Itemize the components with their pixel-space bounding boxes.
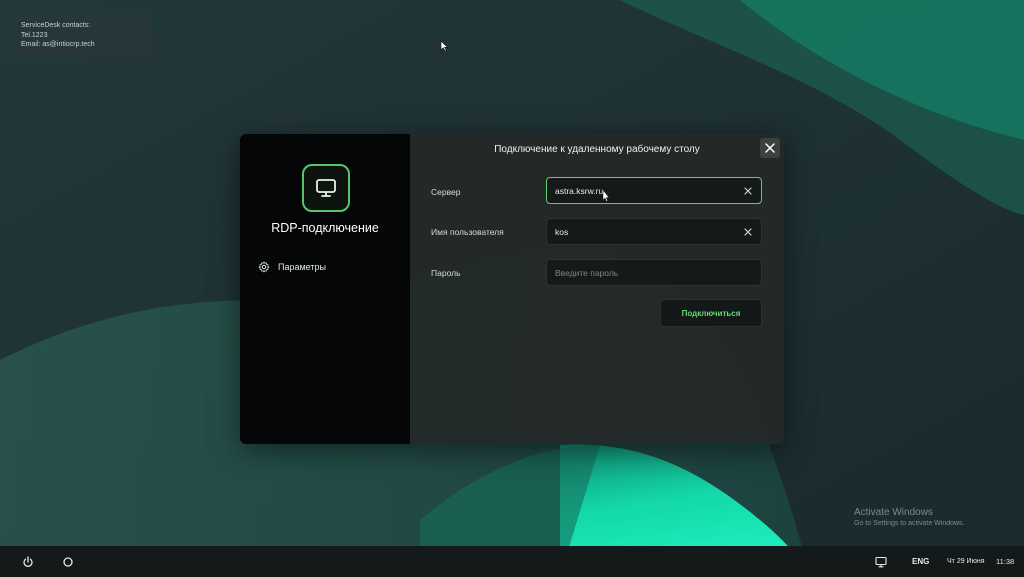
- clear-icon: [744, 186, 752, 195]
- sidebar-item-params[interactable]: Параметры: [258, 261, 326, 273]
- language-indicator[interactable]: ENG: [912, 557, 929, 566]
- close-button[interactable]: [760, 138, 780, 158]
- info-line-3: Email: as@intiocrp.tech: [21, 41, 95, 48]
- username-label: Имя пользователя: [431, 227, 504, 237]
- watermark-title: Activate Windows: [854, 507, 933, 518]
- info-line-2: Tel.1223: [21, 31, 48, 39]
- app-title: RDP-подключение: [271, 221, 379, 235]
- clear-server-button[interactable]: [743, 186, 753, 196]
- server-value: astra.ksrw.ru: [555, 185, 604, 196]
- taskbar: ENG Чт 29 Июня 11:38: [0, 546, 1024, 577]
- text-cursor-icon: [602, 189, 610, 202]
- username-value: kos: [555, 226, 569, 237]
- circle-icon: [63, 557, 73, 567]
- activate-windows-watermark: Activate Windows Go to Settings to activ…: [854, 507, 965, 527]
- dialog-main: Подключение к удаленному рабочему столу …: [410, 134, 784, 444]
- monitor-app-icon: [302, 164, 350, 212]
- info-line-1: ServiceDesk contacts:: [21, 22, 91, 29]
- taskbar-clock: 11:38: [996, 557, 1015, 566]
- mouse-cursor-icon: [440, 40, 448, 52]
- power-icon: [23, 556, 33, 567]
- server-label: Сервер: [431, 187, 461, 197]
- server-field[interactable]: astra.ksrw.ru: [546, 177, 762, 204]
- username-field[interactable]: kos: [546, 218, 762, 245]
- connect-button[interactable]: Подключиться: [660, 299, 762, 327]
- start-circle-button[interactable]: [60, 554, 76, 570]
- power-button[interactable]: [20, 554, 36, 570]
- monitor-icon: [875, 556, 887, 568]
- password-field[interactable]: Введите пароль: [546, 259, 762, 286]
- clear-username-button[interactable]: [743, 227, 753, 237]
- display-tray-button[interactable]: [873, 554, 889, 570]
- gear-icon: [258, 261, 270, 273]
- dialog-title: Подключение к удаленному рабочему столу: [494, 144, 700, 155]
- servicedesk-info-panel: ServiceDesk contacts: Tel.1223 Email: as…: [12, 12, 150, 58]
- sidebar-item-params-label: Параметры: [278, 262, 326, 272]
- password-label: Пароль: [431, 268, 461, 278]
- dialog-sidebar: RDP-подключение Параметры: [240, 134, 410, 444]
- watermark-subtitle: Go to Settings to activate Windows.: [854, 520, 965, 527]
- rdp-dialog: RDP-подключение Параметры Подключение к …: [240, 134, 784, 444]
- password-placeholder: Введите пароль: [555, 267, 619, 278]
- taskbar-date: Чт 29 Июня: [947, 558, 985, 565]
- clear-icon: [744, 227, 752, 236]
- close-icon: [765, 143, 775, 153]
